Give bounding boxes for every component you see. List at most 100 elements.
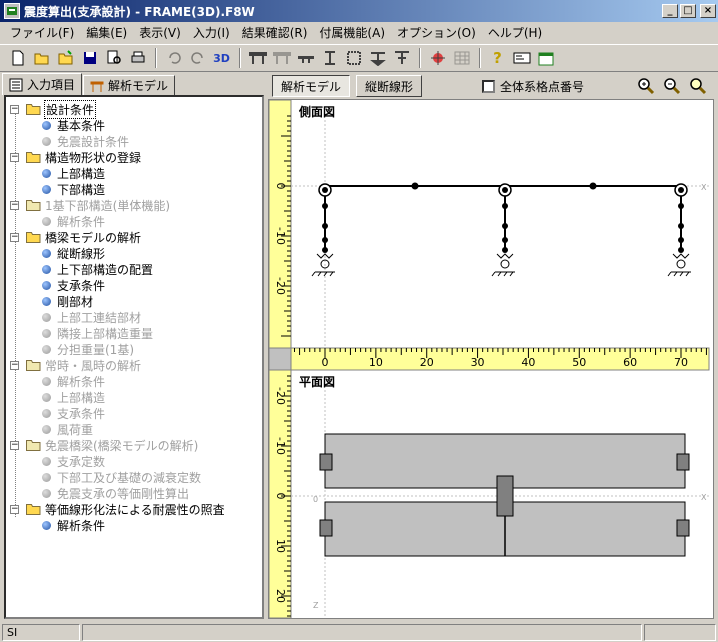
- pier-node: [678, 223, 684, 229]
- tree-item[interactable]: 基本条件: [42, 117, 105, 133]
- item-bullet-icon: [42, 472, 51, 482]
- pier-node: [322, 203, 328, 209]
- menu-results[interactable]: 結果確認(R): [236, 24, 314, 41]
- tree-collapse-toggle[interactable]: −: [10, 232, 19, 242]
- tree-label: 風荷重: [57, 422, 94, 437]
- tree-label: 解析条件: [57, 214, 106, 229]
- tree-item[interactable]: 下部構造: [42, 181, 105, 197]
- redo-icon[interactable]: [186, 47, 209, 69]
- tree-item[interactable]: 解析条件: [42, 373, 105, 389]
- tree-item[interactable]: 上部工連結部材: [42, 309, 141, 325]
- tree-item[interactable]: 免震支承の等価剛性算出: [42, 485, 189, 501]
- frame-box-icon[interactable]: [342, 47, 365, 69]
- close-button[interactable]: ×: [700, 4, 716, 18]
- zoom-in-icon[interactable]: [636, 76, 656, 96]
- tree-item[interactable]: 下部工及び基礎の減衰定数: [42, 469, 201, 485]
- menu-addons[interactable]: 付属機能(A): [313, 24, 391, 41]
- tree-folder[interactable]: − 常時・風時の解析: [10, 357, 141, 373]
- tree-collapse-toggle[interactable]: −: [10, 200, 19, 210]
- tree-item[interactable]: 解析条件: [42, 517, 105, 533]
- global-node-number-checkbox[interactable]: 全体系格点番号: [482, 78, 584, 95]
- tree-item[interactable]: 支承定数: [42, 453, 105, 469]
- tree-item[interactable]: 上下部構造の配置: [42, 261, 153, 277]
- zoom-fit-icon[interactable]: [688, 76, 708, 96]
- folder-icon: [26, 360, 41, 371]
- menu-options[interactable]: オプション(O): [391, 24, 482, 41]
- tree-folder[interactable]: − 1基下部構造(単体機能): [10, 197, 170, 213]
- maximize-button[interactable]: □: [680, 4, 696, 18]
- tree-item[interactable]: 免震設計条件: [42, 133, 129, 149]
- tree-collapse-toggle[interactable]: −: [10, 360, 19, 370]
- menu-view[interactable]: 表示(V): [133, 24, 187, 41]
- tab-input-items[interactable]: 入力項目: [2, 73, 83, 95]
- tree-collapse-toggle[interactable]: −: [10, 504, 19, 514]
- tree-item[interactable]: 支承条件: [42, 405, 105, 421]
- footing-icon[interactable]: [366, 47, 389, 69]
- girder-icon[interactable]: [294, 47, 317, 69]
- tree-folder[interactable]: − 構造物形状の登録: [10, 149, 142, 165]
- bearing-node: [322, 187, 328, 193]
- zoom-out-icon[interactable]: [662, 76, 682, 96]
- title-bar[interactable]: 震度算出(支承設計) - FRAME(3D).F8W _ □ ×: [0, 0, 718, 22]
- tree-label: 解析条件: [57, 374, 106, 389]
- tree-collapse-toggle[interactable]: −: [10, 440, 19, 450]
- tree-label: 支承定数: [57, 454, 106, 469]
- tab-analysis-model[interactable]: 解析モデル: [83, 75, 176, 95]
- pier-alt-icon[interactable]: [270, 47, 293, 69]
- tree-item[interactable]: 縦断線形: [42, 245, 105, 261]
- h-ruler-label: 0: [322, 356, 329, 369]
- menu-help[interactable]: ヘルプ(H): [482, 24, 548, 41]
- tree-item[interactable]: 上部構造: [42, 165, 105, 181]
- tree-folder[interactable]: − 等価線形化法による耐震性の照査: [10, 501, 225, 517]
- tree-item[interactable]: 剛部材: [42, 293, 93, 309]
- app-icon[interactable]: [4, 3, 20, 19]
- print-icon[interactable]: [126, 47, 149, 69]
- print-preview-icon[interactable]: [102, 47, 125, 69]
- pier-node: [322, 223, 328, 229]
- tree-item[interactable]: 支承条件: [42, 277, 105, 293]
- id-card-icon[interactable]: [510, 47, 533, 69]
- open-folder-icon[interactable]: [30, 47, 53, 69]
- tree-item[interactable]: 解析条件: [42, 213, 105, 229]
- view-3d-button[interactable]: 3D: [210, 47, 233, 69]
- open-folder-alt-icon[interactable]: [54, 47, 77, 69]
- tree-item[interactable]: 分担重量(1基): [42, 341, 134, 357]
- menu-input[interactable]: 入力(I): [187, 24, 236, 41]
- h-ruler: 0 10 20 30 40 50 60 70: [269, 347, 710, 371]
- pier-icon[interactable]: [246, 47, 269, 69]
- tree-item[interactable]: 上部構造: [42, 389, 105, 405]
- undo-icon[interactable]: [162, 47, 185, 69]
- menu-file[interactable]: ファイル(F): [4, 24, 80, 41]
- analysis-icon[interactable]: [426, 47, 449, 69]
- tree-collapse-toggle[interactable]: −: [10, 104, 19, 114]
- checkbox-box[interactable]: [482, 79, 496, 93]
- minimize-button[interactable]: _: [662, 4, 678, 18]
- new-file-icon[interactable]: [6, 47, 29, 69]
- analysis-model-icon: [90, 81, 104, 92]
- help-icon[interactable]: ?: [486, 47, 509, 69]
- tree-collapse-toggle[interactable]: −: [10, 152, 19, 162]
- tree-label: 構造物形状の登録: [45, 150, 142, 165]
- item-bullet-icon: [42, 456, 51, 466]
- item-bullet-icon: [42, 328, 51, 338]
- model-drawing[interactable]: 0 -10 -20 側面図 X 0 10 20 30 40 50 60 70 -20 -10 0 10 2…: [268, 99, 714, 619]
- longitudinal-profile-button[interactable]: 縦断線形: [356, 75, 423, 97]
- save-icon[interactable]: [78, 47, 101, 69]
- analysis-model-button[interactable]: 解析モデル: [272, 75, 351, 97]
- pile-icon[interactable]: [390, 47, 413, 69]
- mesh-icon[interactable]: [450, 47, 473, 69]
- input-tree[interactable]: − 設計条件 基本条件 免震設計条件 − 構造物形状の登録 上部構造 下部構造 −1基下部構造(…: [4, 95, 264, 619]
- tree-label: 上部工連結部材: [57, 310, 142, 325]
- tree-folder[interactable]: − 橋梁モデルの解析: [10, 229, 141, 245]
- folder-icon: [26, 200, 41, 211]
- tree-item[interactable]: 風荷重: [42, 421, 93, 437]
- item-bullet-icon: [42, 168, 51, 178]
- tree-item[interactable]: 隣接上部構造重量: [42, 325, 153, 341]
- status-message: [82, 623, 642, 641]
- tree-folder[interactable]: − 設計条件: [10, 99, 97, 119]
- menu-edit[interactable]: 編集(E): [80, 24, 133, 41]
- calendar-icon[interactable]: [534, 47, 557, 69]
- plan-view: -20 -10 0 10 20 平面図 X 0 Z: [269, 369, 709, 618]
- tree-folder[interactable]: − 免震橋梁(橋梁モデルの解析): [10, 437, 198, 453]
- column-icon[interactable]: [318, 47, 341, 69]
